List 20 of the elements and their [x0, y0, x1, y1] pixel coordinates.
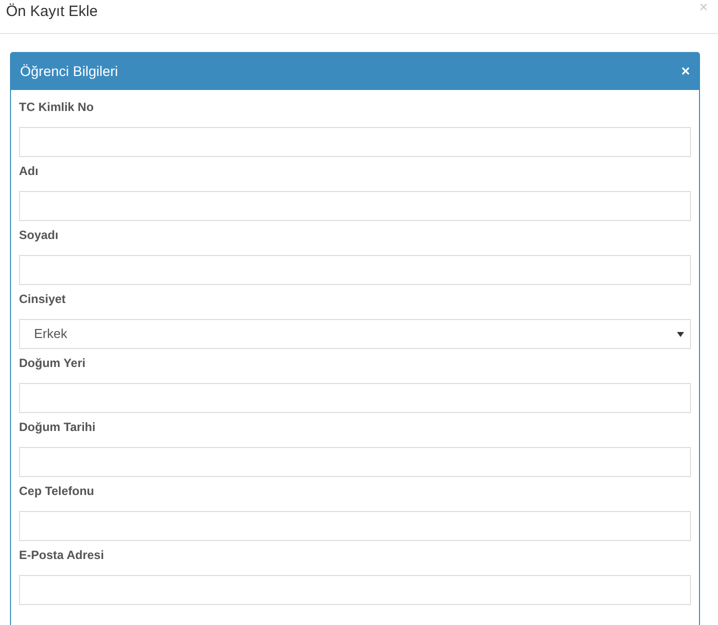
close-button[interactable]: ×: [681, 64, 690, 79]
panel-title: Öğrenci Bilgileri: [20, 62, 118, 81]
field-label: E-Posta Adresi: [19, 547, 105, 564]
text-field[interactable]: [19, 511, 691, 541]
field-label: Cep Telefonu: [19, 483, 96, 500]
dialog-title: Ön Kayıt Ekle: [6, 2, 98, 22]
text-field[interactable]: [19, 127, 691, 157]
field-label: Soyadı: [19, 227, 60, 244]
field-label: Doğum Tarihi: [19, 419, 96, 436]
text-field[interactable]: [19, 383, 691, 413]
select-field[interactable]: Erkek: [19, 319, 691, 349]
field-label: Doğum Yeri: [19, 355, 86, 372]
text-field[interactable]: [19, 447, 691, 477]
text-field[interactable]: [19, 255, 691, 285]
caret-icon: [677, 332, 684, 336]
text-field[interactable]: [19, 575, 691, 605]
field-label: Adı: [19, 163, 40, 180]
text-field[interactable]: [19, 191, 691, 221]
field-label: Cinsiyet: [19, 291, 67, 308]
field-label: TC Kimlik No: [19, 99, 95, 116]
